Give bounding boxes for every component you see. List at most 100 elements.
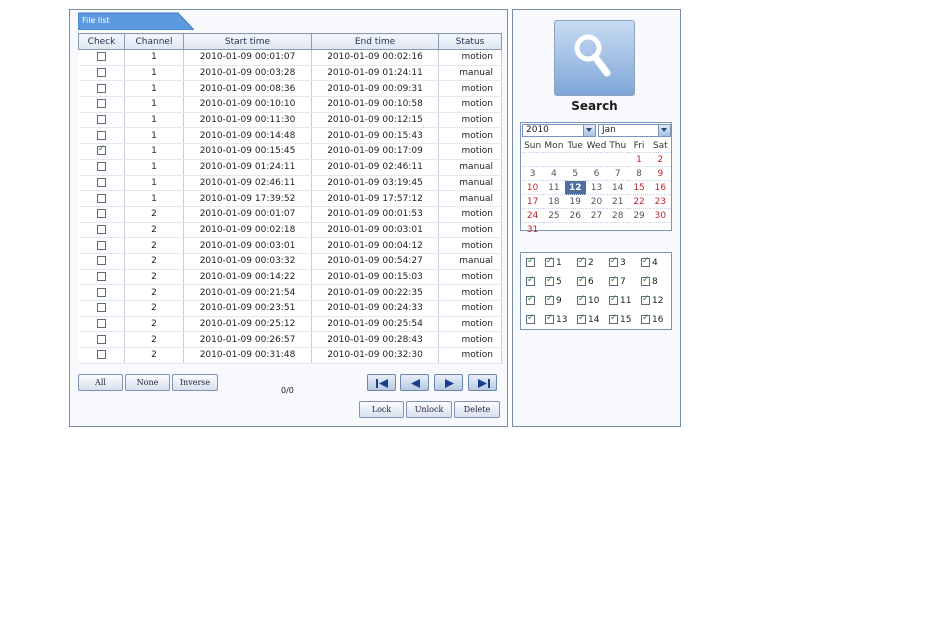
calendar-day[interactable]: 16 [649,180,671,195]
table-row[interactable]: 12010-01-09 00:15:452010-01-09 00:17:09m… [78,143,502,160]
search-button[interactable] [554,20,635,96]
channel-checkbox[interactable] [545,313,554,324]
channel-checkbox[interactable] [577,275,586,286]
channel-6-option[interactable]: 6 [577,275,594,287]
select-none-button[interactable]: None [125,374,170,391]
calendar-day[interactable]: 29 [628,208,650,223]
channel-checkbox[interactable] [641,275,650,286]
column-header-channel[interactable]: Channel [124,33,184,50]
delete-button[interactable]: Delete [454,401,500,418]
column-header-status[interactable]: Status [438,33,502,50]
calendar-day[interactable]: 1 [628,152,650,167]
channel-8-option[interactable]: 8 [641,275,658,287]
row-checkbox[interactable] [96,256,106,266]
row-checkbox[interactable] [96,99,106,109]
calendar-day[interactable]: 27 [585,208,608,223]
channel-1-option[interactable]: 1 [545,256,562,268]
calendar-day[interactable]: 19 [564,194,586,209]
channel-5-option[interactable]: 5 [545,275,562,287]
row-checkbox[interactable] [96,350,106,360]
channel-checkbox[interactable] [545,275,554,286]
table-row[interactable]: 2 2010-01-09 00:14:22 2010-01-09 00:15:03 m… [78,269,502,286]
calendar-day[interactable]: 28 [607,208,629,223]
row-checkbox[interactable] [96,209,106,219]
table-row[interactable]: 1 2010-01-09 00:03:28 2010-01-09 01:24:11 m… [78,65,502,82]
calendar-day[interactable]: 10 [522,180,544,195]
tab-file-list[interactable]: File list [78,12,194,30]
channel-row-toggle[interactable] [526,275,537,287]
channel-checkbox[interactable] [526,313,535,324]
channel-checkbox[interactable] [609,294,618,305]
channel-row-toggle[interactable] [526,313,537,325]
calendar-day[interactable]: 20 [585,194,608,209]
calendar-day[interactable]: 5 [564,166,586,181]
channel-11-option[interactable]: 11 [609,294,631,306]
calendar-day[interactable]: 13 [585,180,608,195]
row-checkbox[interactable] [96,83,106,93]
channel-checkbox[interactable] [526,294,535,305]
channel-checkbox[interactable] [577,313,586,324]
calendar-day[interactable]: 24 [522,208,544,223]
year-select[interactable]: 2010 [522,124,596,137]
channel-checkbox[interactable] [545,294,554,305]
column-header-end-time[interactable]: End time [311,33,439,50]
channel-checkbox[interactable] [545,256,554,267]
calendar-day[interactable]: 11 [543,180,565,195]
calendar-day[interactable]: 4 [543,166,565,181]
last-page-button[interactable] [468,374,497,391]
channel-13-option[interactable]: 13 [545,313,567,325]
select-inverse-button[interactable]: Inverse [172,374,218,391]
row-checkbox[interactable] [96,240,106,250]
channel-checkbox[interactable] [609,256,618,267]
row-checkbox[interactable] [96,68,106,78]
table-row[interactable]: 1 2010-01-09 00:14:48 2010-01-09 00:15:43 m… [78,127,502,145]
calendar-day[interactable]: 22 [628,194,650,209]
table-row[interactable]: 2 2010-01-09 00:31:48 2010-01-09 00:32:30 m… [78,347,502,364]
unlock-button[interactable]: Unlock [406,401,452,418]
select-all-button[interactable]: All [78,374,123,391]
table-row[interactable]: 2 2010-01-09 00:01:07 2010-01-09 00:01:53 m… [78,206,502,223]
table-row[interactable]: 2 2010-01-09 00:02:18 2010-01-09 00:03:01 m… [78,222,502,239]
channel-7-option[interactable]: 7 [609,275,626,287]
channel-checkbox[interactable] [577,294,586,305]
calendar-day[interactable]: 26 [564,208,586,223]
calendar-day[interactable]: 18 [543,194,565,209]
table-row[interactable]: 2 2010-01-09 00:03:01 2010-01-09 00:04:12 m… [78,237,502,254]
table-row[interactable]: 2 2010-01-09 00:23:51 2010-01-09 00:24:33 m… [78,300,502,317]
channel-checkbox[interactable] [526,256,535,267]
calendar-day[interactable]: 12 [564,180,586,195]
channel-checkbox[interactable] [641,294,650,305]
row-checkbox[interactable] [96,177,106,187]
channel-10-option[interactable]: 10 [577,294,599,306]
prev-page-button[interactable] [400,374,429,391]
calendar-day[interactable]: 17 [522,194,544,209]
table-row[interactable]: 2 2010-01-09 00:21:54 2010-01-09 00:22:35 m… [78,284,502,301]
table-row[interactable]: 2 2010-01-09 00:25:12 2010-01-09 00:25:54 m… [78,316,502,333]
channel-16-option[interactable]: 16 [641,313,663,325]
calendar-day[interactable]: 30 [649,208,671,223]
row-checkbox[interactable] [96,334,106,344]
row-checkbox[interactable] [96,115,106,125]
row-checkbox[interactable] [96,193,106,203]
row-checkbox[interactable] [96,224,106,234]
calendar-day[interactable]: 2 [649,152,671,167]
row-checkbox[interactable] [96,144,106,156]
calendar-day[interactable]: 9 [649,166,671,181]
column-header-check[interactable]: Check [78,33,125,50]
channel-2-option[interactable]: 2 [577,256,594,268]
row-checkbox[interactable] [96,130,106,140]
table-row[interactable]: 1 2010-01-09 00:08:36 2010-01-09 00:09:31 m… [78,80,502,98]
row-checkbox[interactable] [96,287,106,297]
calendar-day[interactable]: 6 [585,166,608,181]
table-row[interactable]: 1 2010-01-09 00:11:30 2010-01-09 00:12:15 m… [78,112,502,129]
channel-checkbox[interactable] [526,275,535,286]
table-row[interactable]: 1 2010-01-09 02:46:11 2010-01-09 03:19:45 m… [78,175,502,192]
row-checkbox[interactable] [96,162,106,172]
calendar-day[interactable]: 7 [607,166,629,181]
calendar-day[interactable]: 8 [628,166,650,181]
calendar-day[interactable]: 15 [628,180,650,195]
row-checkbox[interactable] [96,303,106,313]
table-row[interactable]: 1 2010-01-09 17:39:52 2010-01-09 17:57:12 m… [78,190,502,207]
channel-checkbox[interactable] [609,313,618,324]
channel-15-option[interactable]: 15 [609,313,631,325]
